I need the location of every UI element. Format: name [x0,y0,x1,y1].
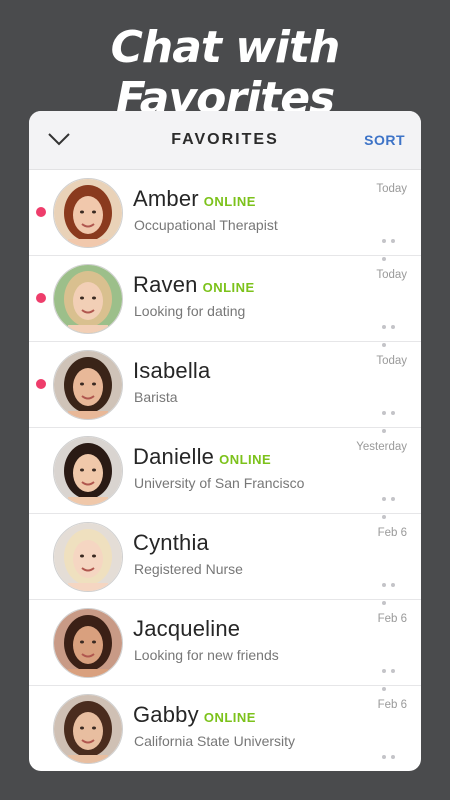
contact-row[interactable]: Gabby ONLINE California State University Fe… [29,686,421,771]
contact-subtitle: University of San Francisco [134,475,305,491]
contact-name: Gabby [133,702,199,727]
contact-name: Amber [133,186,199,211]
header-title: FAVORITES [171,131,279,148]
unread-dot [36,207,46,217]
contact-name: Isabella [133,358,211,383]
avatar[interactable] [53,264,123,334]
more-options-icon[interactable] [382,574,408,605]
favorites-header: FAVORITES SORT [29,111,421,170]
last-message-time: Feb 6 [377,613,407,625]
contact-name: Cynthia [133,530,209,555]
sort-button[interactable]: SORT [364,132,405,148]
name-line: Jacqueline [133,616,240,642]
more-options-icon[interactable] [382,660,408,691]
online-status: ONLINE [203,194,256,209]
contact-row[interactable]: Danielle ONLINE University of San Francisc… [29,428,421,519]
name-line: Amber ONLINE [133,186,256,212]
contact-subtitle: Looking for new friends [134,647,279,663]
contact-row[interactable]: Isabella Barista Today [29,342,421,433]
avatar[interactable] [53,522,123,592]
more-options-icon[interactable] [382,746,408,759]
name-line: Cynthia [133,530,209,556]
contact-subtitle: Barista [134,389,178,405]
last-message-time: Today [376,355,407,367]
contact-subtitle: Registered Nurse [134,561,243,577]
online-status: ONLINE [202,280,255,295]
online-status: ONLINE [219,452,272,467]
contact-name: Raven [133,272,198,297]
contact-row[interactable]: Cynthia Registered Nurse Feb 6 [29,514,421,605]
last-message-time: Today [376,269,407,281]
last-message-time: Feb 6 [377,699,407,711]
contact-subtitle: California State University [134,733,296,749]
hero-title: Chat with Favorites [110,22,341,124]
unread-dot [36,293,46,303]
avatar[interactable] [53,350,123,420]
name-line: Isabella [133,358,210,384]
online-status: ONLINE [203,710,256,725]
contact-subtitle: Occupational Therapist [134,217,278,233]
avatar[interactable] [53,436,123,506]
avatar[interactable] [53,608,123,678]
name-line: Gabby ONLINE [133,702,256,728]
last-message-time: Feb 6 [377,527,407,539]
contact-subtitle: Looking for dating [134,303,246,319]
contact-name: Danielle [133,444,215,469]
unread-dot [36,379,46,389]
more-options-icon[interactable] [382,402,408,433]
name-line: Raven ONLINE [133,272,255,298]
avatar[interactable] [53,178,123,248]
contact-row[interactable]: Raven ONLINE Looking for dating Today [29,256,421,347]
more-options-icon[interactable] [382,488,408,519]
favorites-card: FAVORITES SORT Amber ONLINE Occupational T… [29,111,421,771]
contact-row[interactable]: Amber ONLINE Occupational Therapist Today [29,170,421,261]
more-options-icon[interactable] [382,316,408,347]
avatar[interactable] [53,694,123,764]
name-line: Danielle ONLINE [133,444,271,470]
more-options-icon[interactable] [382,230,408,261]
contact-name: Jacqueline [133,616,241,641]
last-message-time: Yesterday [356,441,407,453]
contact-list: Amber ONLINE Occupational Therapist Today Ra… [29,170,421,771]
last-message-time: Today [376,183,407,195]
contact-row[interactable]: Jacqueline Looking for new friends Feb 6 [29,600,421,691]
